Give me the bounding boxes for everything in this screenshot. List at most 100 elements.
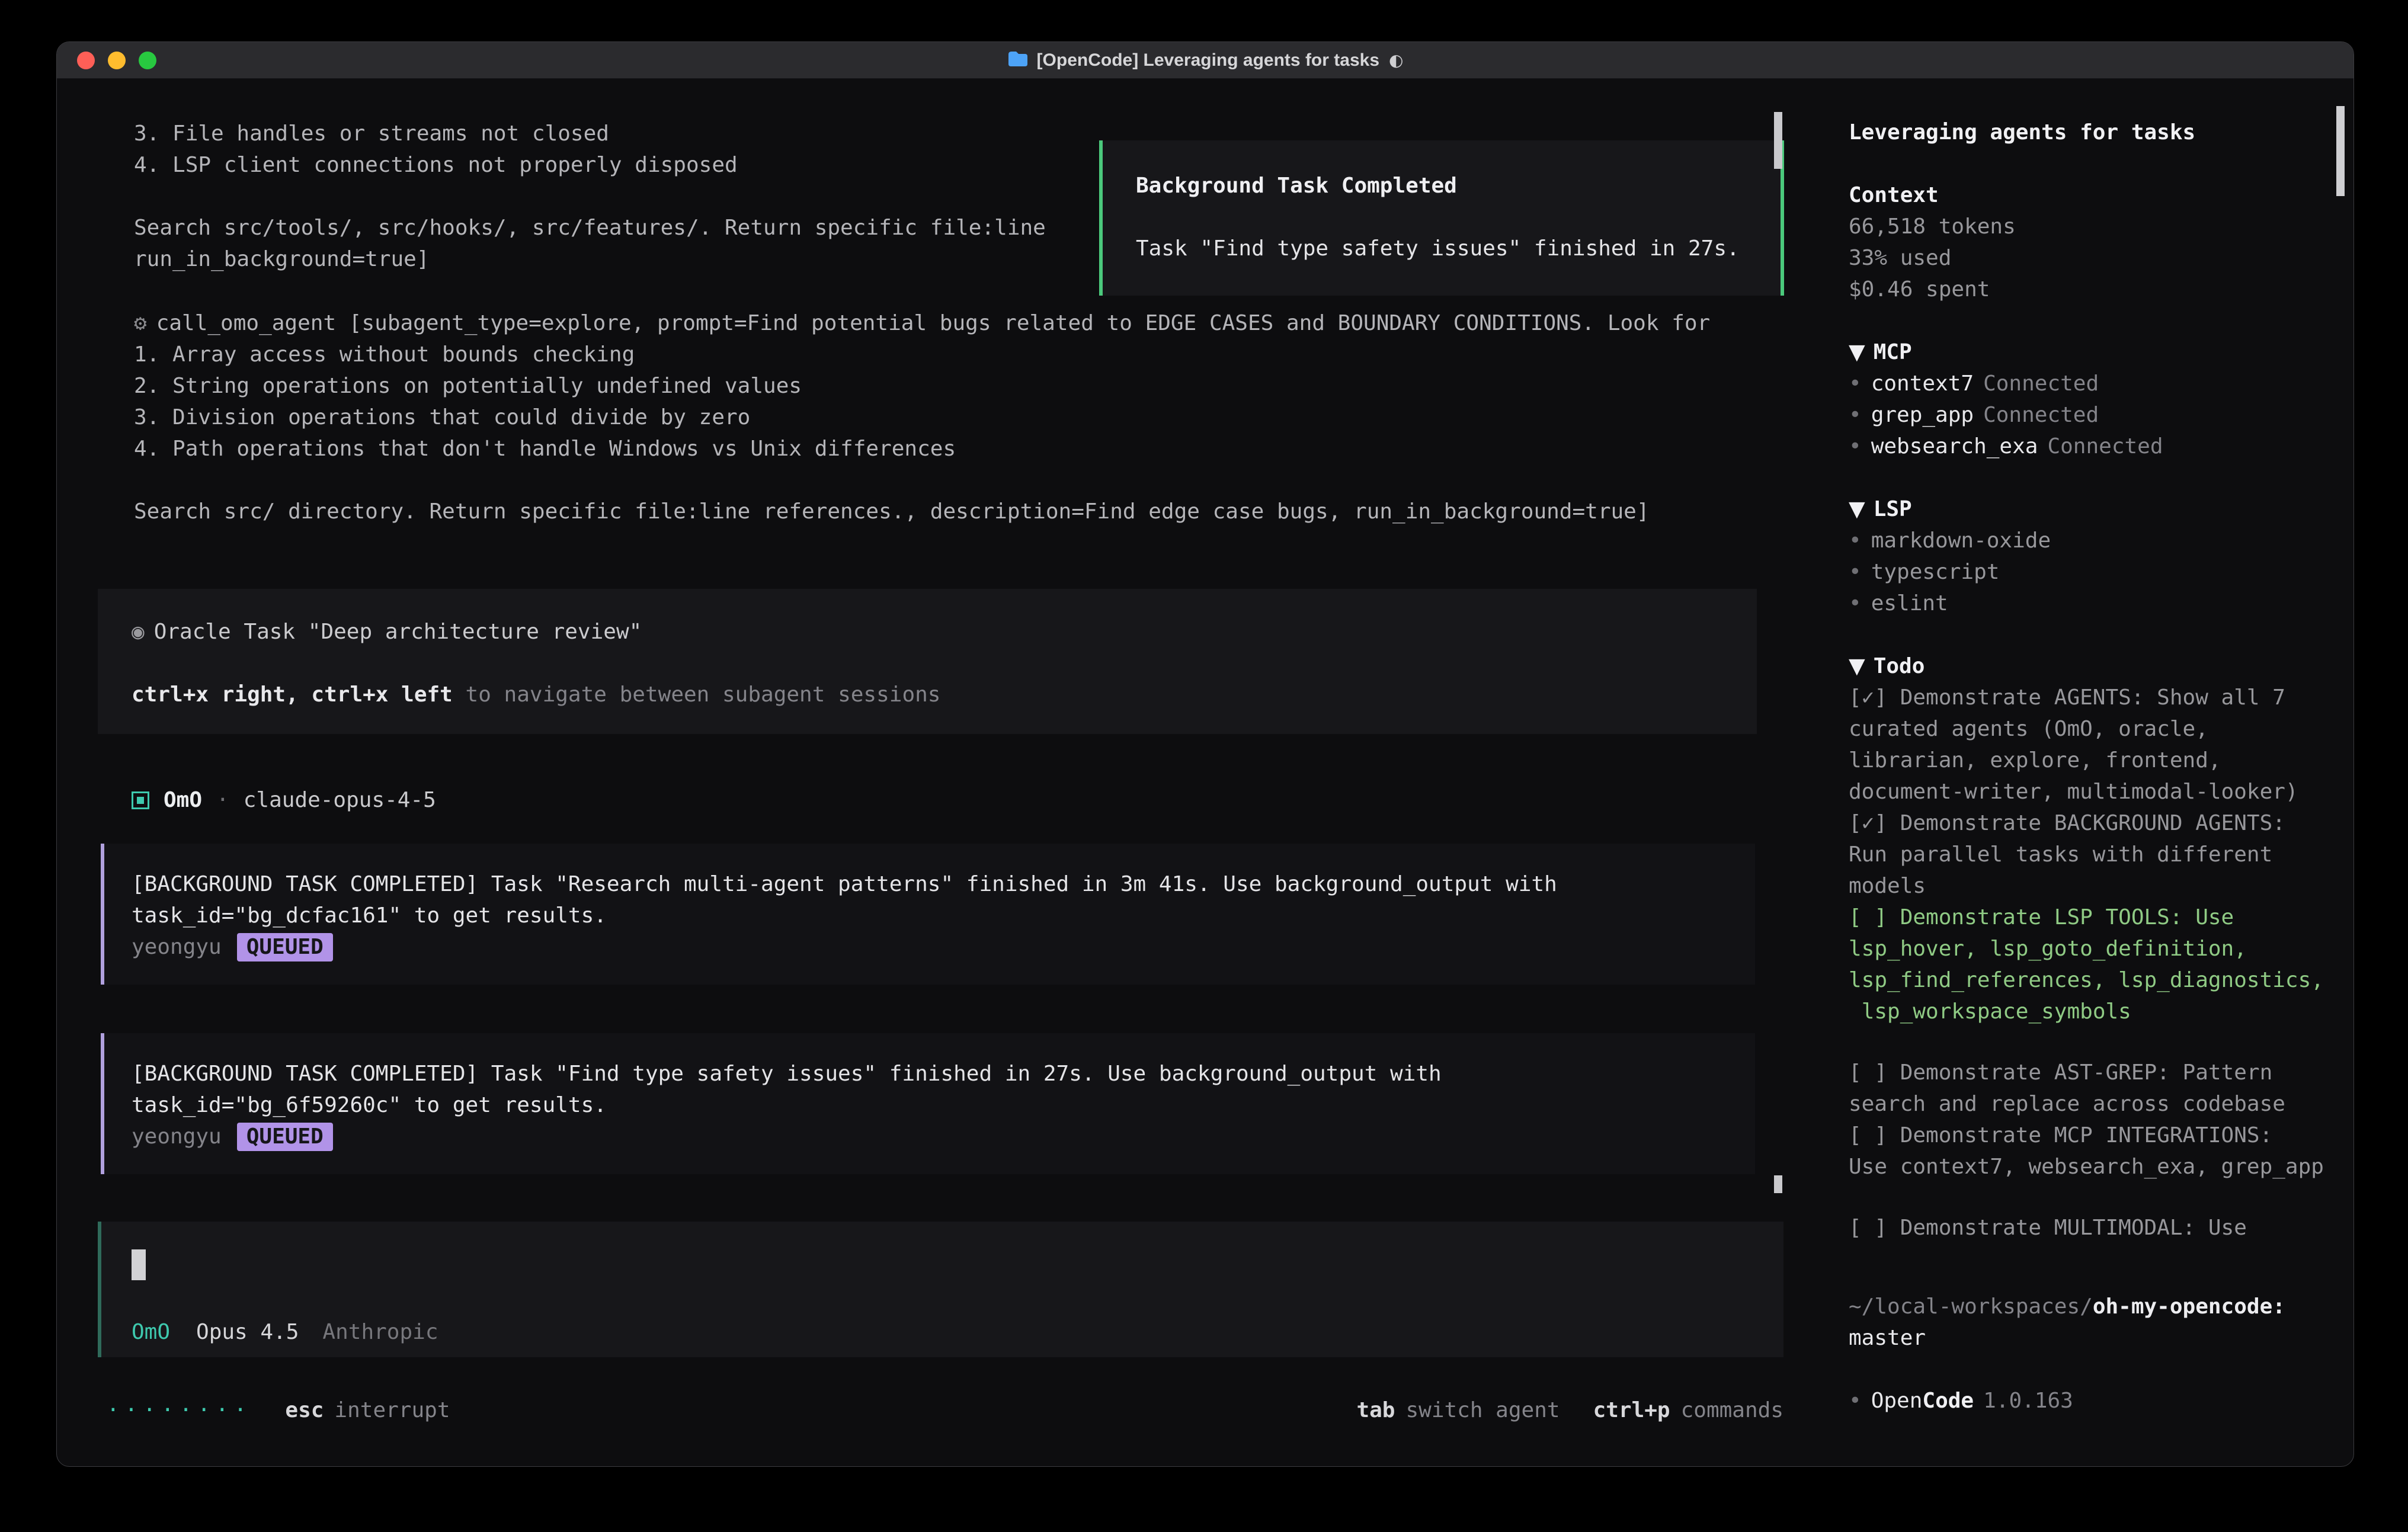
tool-call-header-text: call_omo_agent [subagent_type=explore, p…	[156, 311, 1711, 335]
message-meta: yeongyu QUEUED	[132, 931, 1737, 963]
todo-item: [✓] Demonstrate BACKGROUND AGENTS: Run p…	[1849, 807, 2327, 902]
message-line: task_id="bg_6f59260c" to get results.	[132, 1089, 1737, 1121]
mcp-status: Connected	[1983, 403, 2099, 427]
chevron-down-icon: ▼	[1849, 654, 1865, 678]
subagent-nav-hint: ctrl+x right, ctrl+x left to navigate be…	[132, 679, 1739, 710]
lsp-item: • typescript	[1849, 556, 2327, 588]
traffic-lights	[77, 52, 156, 69]
message-author: yeongyu	[132, 935, 222, 959]
mcp-name: context7	[1871, 371, 1974, 396]
input-meta-row: OmO Opus 4.5 Anthropic	[132, 1316, 438, 1348]
mcp-item: • context7 Connected	[1849, 368, 2327, 399]
scrollback-line: Search src/tools/, src/hooks/, src/featu…	[134, 212, 1046, 243]
prompt-input[interactable]: OmO Opus 4.5 Anthropic	[98, 1222, 1783, 1357]
oracle-task-panel[interactable]: ◉Oracle Task "Deep architecture review" …	[98, 589, 1757, 734]
tool-call-footer: Search src/ directory. Return specific f…	[134, 496, 1710, 527]
switch-agent-hint: tabswitch agent	[1356, 1395, 1560, 1426]
zoom-window-button[interactable]	[139, 52, 156, 69]
chat-main-pane: 3. File handles or streams not closed 4.…	[57, 79, 1792, 1467]
mcp-item: •grep_appConnected	[1849, 399, 2327, 431]
message-author: yeongyu	[132, 1124, 222, 1149]
session-sidebar: Leveraging agents for tasks Context 66,5…	[1792, 79, 2353, 1467]
commands-hint: ctrl+pcommands	[1593, 1395, 1783, 1426]
workspace-path: ~/local-workspaces/oh-my-opencode: maste…	[1849, 1291, 2327, 1354]
terminal-window: [OpenCode] Leveraging agents for tasks ◐…	[56, 41, 2354, 1467]
session-title: Leveraging agents for tasks	[1849, 117, 2327, 148]
mcp-section-heading[interactable]: ▼MCP	[1849, 336, 2327, 368]
main-scrollbar-thumb[interactable]	[1774, 112, 1782, 169]
sidebar-footer: ~/local-workspaces/oh-my-opencode: maste…	[1849, 1291, 2327, 1416]
agent-icon	[132, 791, 149, 809]
fisheye-icon: ◉	[132, 620, 145, 644]
tool-call-line: 1. Array access without bounds checking	[134, 339, 1710, 370]
chevron-down-icon: ▼	[1849, 497, 1865, 521]
ctrlp-label: commands	[1681, 1398, 1783, 1422]
lsp-section-heading[interactable]: ▼LSP	[1849, 493, 2327, 525]
mcp-status: Connected	[1983, 371, 2099, 396]
hint-keys: ctrl+x right, ctrl+x left	[132, 682, 453, 707]
input-model-name: Opus 4.5	[196, 1316, 299, 1348]
spinner-dots-icon: ········	[107, 1395, 252, 1426]
toast-title: Background Task Completed	[1136, 170, 1763, 201]
window-title: [OpenCode] Leveraging agents for tasks ◐	[1007, 50, 1404, 70]
window-title-text: [OpenCode] Leveraging agents for tasks	[1037, 52, 1379, 69]
lsp-item: •eslint	[1849, 588, 2327, 619]
bullet-icon: •	[1849, 1389, 1862, 1413]
oracle-task-title-row: ◉ Oracle Task "Deep architecture review"	[132, 616, 1739, 648]
bullet-icon: •	[1849, 371, 1862, 396]
lsp-item: •markdown-oxide	[1849, 525, 2327, 556]
oracle-task-title: Oracle Task "Deep architecture review"	[154, 620, 642, 644]
version-number: 1.0.163	[1983, 1389, 2073, 1413]
mcp-status: Connected	[2047, 434, 2163, 459]
todo-item: [ ] Demonstrate AST-GREP: Pattern search…	[1849, 1057, 2327, 1120]
todo-item: [ ] Demonstrate MULTIMODAL: Use	[1849, 1212, 2327, 1243]
input-provider-name: Anthropic	[322, 1316, 438, 1348]
folder-icon	[1007, 50, 1027, 70]
interrupt-hint: esc interrupt	[285, 1395, 450, 1426]
message-block[interactable]: [BACKGROUND TASK COMPLETED] Task "Resear…	[101, 844, 1755, 985]
tool-call-line: 4. Path operations that don't handle Win…	[134, 433, 1710, 464]
minimize-window-button[interactable]	[108, 52, 126, 69]
workspace-path-prefix: ~/local-workspaces/	[1849, 1294, 2093, 1319]
mcp-name: grep_app	[1871, 403, 1974, 427]
message-block[interactable]: [BACKGROUND TASK COMPLETED] Task "Find t…	[101, 1033, 1755, 1174]
toast-body: Task "Find type safety issues" finished …	[1136, 233, 1763, 264]
message-meta: yeongyuQUEUED	[132, 1121, 1737, 1152]
lsp-name: eslint	[1871, 591, 1948, 616]
main-scrollbar-thumb[interactable]	[1774, 1175, 1782, 1193]
bullet-icon: •	[1849, 528, 1862, 553]
todo-item: [ ] Demonstrate LSP TOOLS: Use lsp_hover…	[1849, 902, 2327, 1027]
app-version: •OpenCode1.0.163	[1849, 1385, 2327, 1416]
agent-name: OmO	[164, 784, 202, 816]
dot-separator: ·	[216, 784, 229, 816]
sidebar-scrollbar-thumb[interactable]	[2336, 106, 2345, 196]
workspace-branch: master	[1849, 1326, 1926, 1350]
todo-section-heading[interactable]: ▼ Todo	[1849, 650, 2327, 682]
todo-item: [✓] Demonstrate AGENTS: Show all 7 curat…	[1849, 682, 2327, 807]
scrollback-text: 3. File handles or streams not closed 4.…	[134, 118, 1046, 275]
esc-label: interrupt	[334, 1398, 450, 1422]
message-line: [BACKGROUND TASK COMPLETED] Task "Resear…	[132, 868, 1737, 900]
mcp-name: websearch_exa	[1871, 434, 2038, 459]
tool-call-line: 3. Division operations that could divide…	[134, 402, 1710, 433]
context-heading: Context	[1849, 180, 2327, 211]
message-line: task_id="bg_dcfac161" to get results.	[132, 900, 1737, 931]
lsp-name: typescript	[1871, 560, 2000, 584]
close-window-button[interactable]	[77, 52, 95, 69]
background-task-toast[interactable]: Background Task Completed Task "Find typ…	[1099, 140, 1784, 296]
tool-call-line: 2. String operations on potentially unde…	[134, 370, 1710, 402]
todo-heading-label: Todo	[1874, 654, 1925, 678]
window-titlebar[interactable]: [OpenCode] Leveraging agents for tasks ◐	[57, 42, 2353, 79]
context-spent: $0.46 spent	[1849, 274, 2327, 305]
agent-model: claude-opus-4-5	[244, 784, 436, 816]
tab-key: tab	[1356, 1398, 1395, 1422]
esc-key: esc	[285, 1398, 324, 1422]
context-tokens: 66,518 tokens	[1849, 211, 2327, 242]
hint-text: to navigate between subagent sessions	[453, 682, 941, 707]
scrollback-line: 3. File handles or streams not closed	[134, 118, 1046, 149]
bullet-icon: •	[1849, 560, 1862, 584]
queued-badge: QUEUED	[237, 933, 333, 961]
tool-call-header: ⚙call_omo_agent [subagent_type=explore, …	[134, 307, 1710, 339]
tool-call-block: ⚙call_omo_agent [subagent_type=explore, …	[134, 307, 1710, 527]
text-cursor	[132, 1249, 146, 1280]
